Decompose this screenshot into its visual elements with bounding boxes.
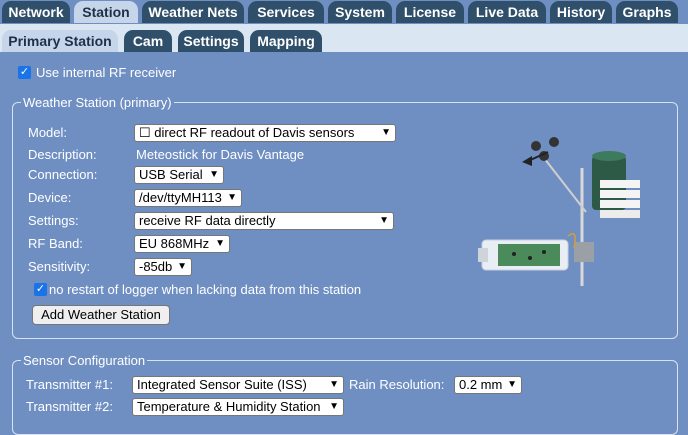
transmitter2-select-value: Temperature & Humidity Station xyxy=(137,399,321,414)
chevron-down-icon: ▼ xyxy=(329,401,339,412)
tab-weather-nets[interactable]: Weather Nets xyxy=(142,1,244,23)
model-select[interactable]: ☐ direct RF readout of Davis sensors ▼ xyxy=(134,124,396,142)
chevron-down-icon: ▼ xyxy=(209,169,219,180)
transmitter2-label: Transmitter #2: xyxy=(26,399,113,414)
weather-station-legend: Weather Station (primary) xyxy=(23,95,172,110)
subtab-mapping[interactable]: Mapping xyxy=(250,30,322,52)
use-internal-rf-label: Use internal RF receiver xyxy=(36,65,177,80)
device-label: Device: xyxy=(28,190,72,205)
settings-label: Settings: xyxy=(28,213,79,228)
model-label: Model: xyxy=(28,125,68,140)
sensitivity-label: Sensitivity: xyxy=(28,259,91,274)
tab-system[interactable]: System xyxy=(328,1,392,23)
use-internal-rf-checkbox[interactable]: ✓ xyxy=(18,66,31,79)
transmitter1-label: Transmitter #1: xyxy=(26,377,113,392)
rain-resolution-select[interactable]: 0.2 mm ▼ xyxy=(454,376,522,394)
settings-select[interactable]: receive RF data directly ▼ xyxy=(134,212,394,230)
tab-graphs[interactable]: Graphs xyxy=(616,1,678,23)
no-restart-label: no restart of logger when lacking data f… xyxy=(49,282,362,297)
connection-select[interactable]: USB Serial ▼ xyxy=(134,166,224,184)
description-label: Description: xyxy=(28,147,97,162)
davis-station-image xyxy=(478,137,640,286)
device-select-value: /dev/ttyMH113 xyxy=(139,190,222,205)
transmitter1-select-value: Integrated Sensor Suite (ISS) xyxy=(137,377,307,392)
tab-history[interactable]: History xyxy=(550,1,612,23)
rain-resolution-label: Rain Resolution: xyxy=(349,377,445,392)
settings-select-value: receive RF data directly xyxy=(139,213,276,228)
tab-license[interactable]: License xyxy=(396,1,464,23)
rain-resolution-select-value: 0.2 mm xyxy=(459,377,503,392)
sensitivity-select-value: -85db xyxy=(139,259,173,274)
chevron-down-icon: ▼ xyxy=(215,238,225,249)
subtab-primary-station[interactable]: Primary Station xyxy=(2,30,118,52)
connection-select-value: USB Serial xyxy=(139,167,203,182)
sensitivity-select[interactable]: -85db ▼ xyxy=(134,258,192,276)
subtab-settings[interactable]: Settings xyxy=(178,30,244,52)
rf-band-select[interactable]: EU 868MHz ▼ xyxy=(134,235,230,253)
chevron-down-icon: ▼ xyxy=(379,215,389,226)
model-select-value: ☐ direct RF readout of Davis sensors xyxy=(139,125,355,140)
tab-live-data[interactable]: Live Data xyxy=(468,1,546,23)
description-value: Meteostick for Davis Vantage xyxy=(136,147,305,162)
tab-network[interactable]: Network xyxy=(2,1,70,23)
sensor-config-legend: Sensor Configuration xyxy=(23,353,146,368)
connection-label: Connection: xyxy=(28,167,98,182)
subtab-cam[interactable]: Cam xyxy=(124,30,172,52)
chevron-down-icon: ▼ xyxy=(177,261,187,272)
no-restart-checkbox[interactable]: ✓ xyxy=(34,283,47,296)
rf-band-label: RF Band: xyxy=(28,236,83,251)
chevron-down-icon: ▼ xyxy=(507,379,517,390)
transmitter2-select[interactable]: Temperature & Humidity Station ▼ xyxy=(132,398,344,416)
chevron-down-icon: ▼ xyxy=(381,127,391,138)
chevron-down-icon: ▼ xyxy=(227,192,237,203)
transmitter1-select[interactable]: Integrated Sensor Suite (ISS) ▼ xyxy=(132,376,344,394)
add-weather-station-button[interactable]: Add Weather Station xyxy=(32,305,170,325)
rf-band-select-value: EU 868MHz xyxy=(139,236,210,251)
device-select[interactable]: /dev/ttyMH113 ▼ xyxy=(134,189,242,207)
sensor-config-fieldset: Sensor Configuration xyxy=(12,353,678,435)
chevron-down-icon: ▼ xyxy=(329,379,339,390)
tab-services[interactable]: Services xyxy=(248,1,324,23)
tab-station[interactable]: Station xyxy=(74,1,138,23)
